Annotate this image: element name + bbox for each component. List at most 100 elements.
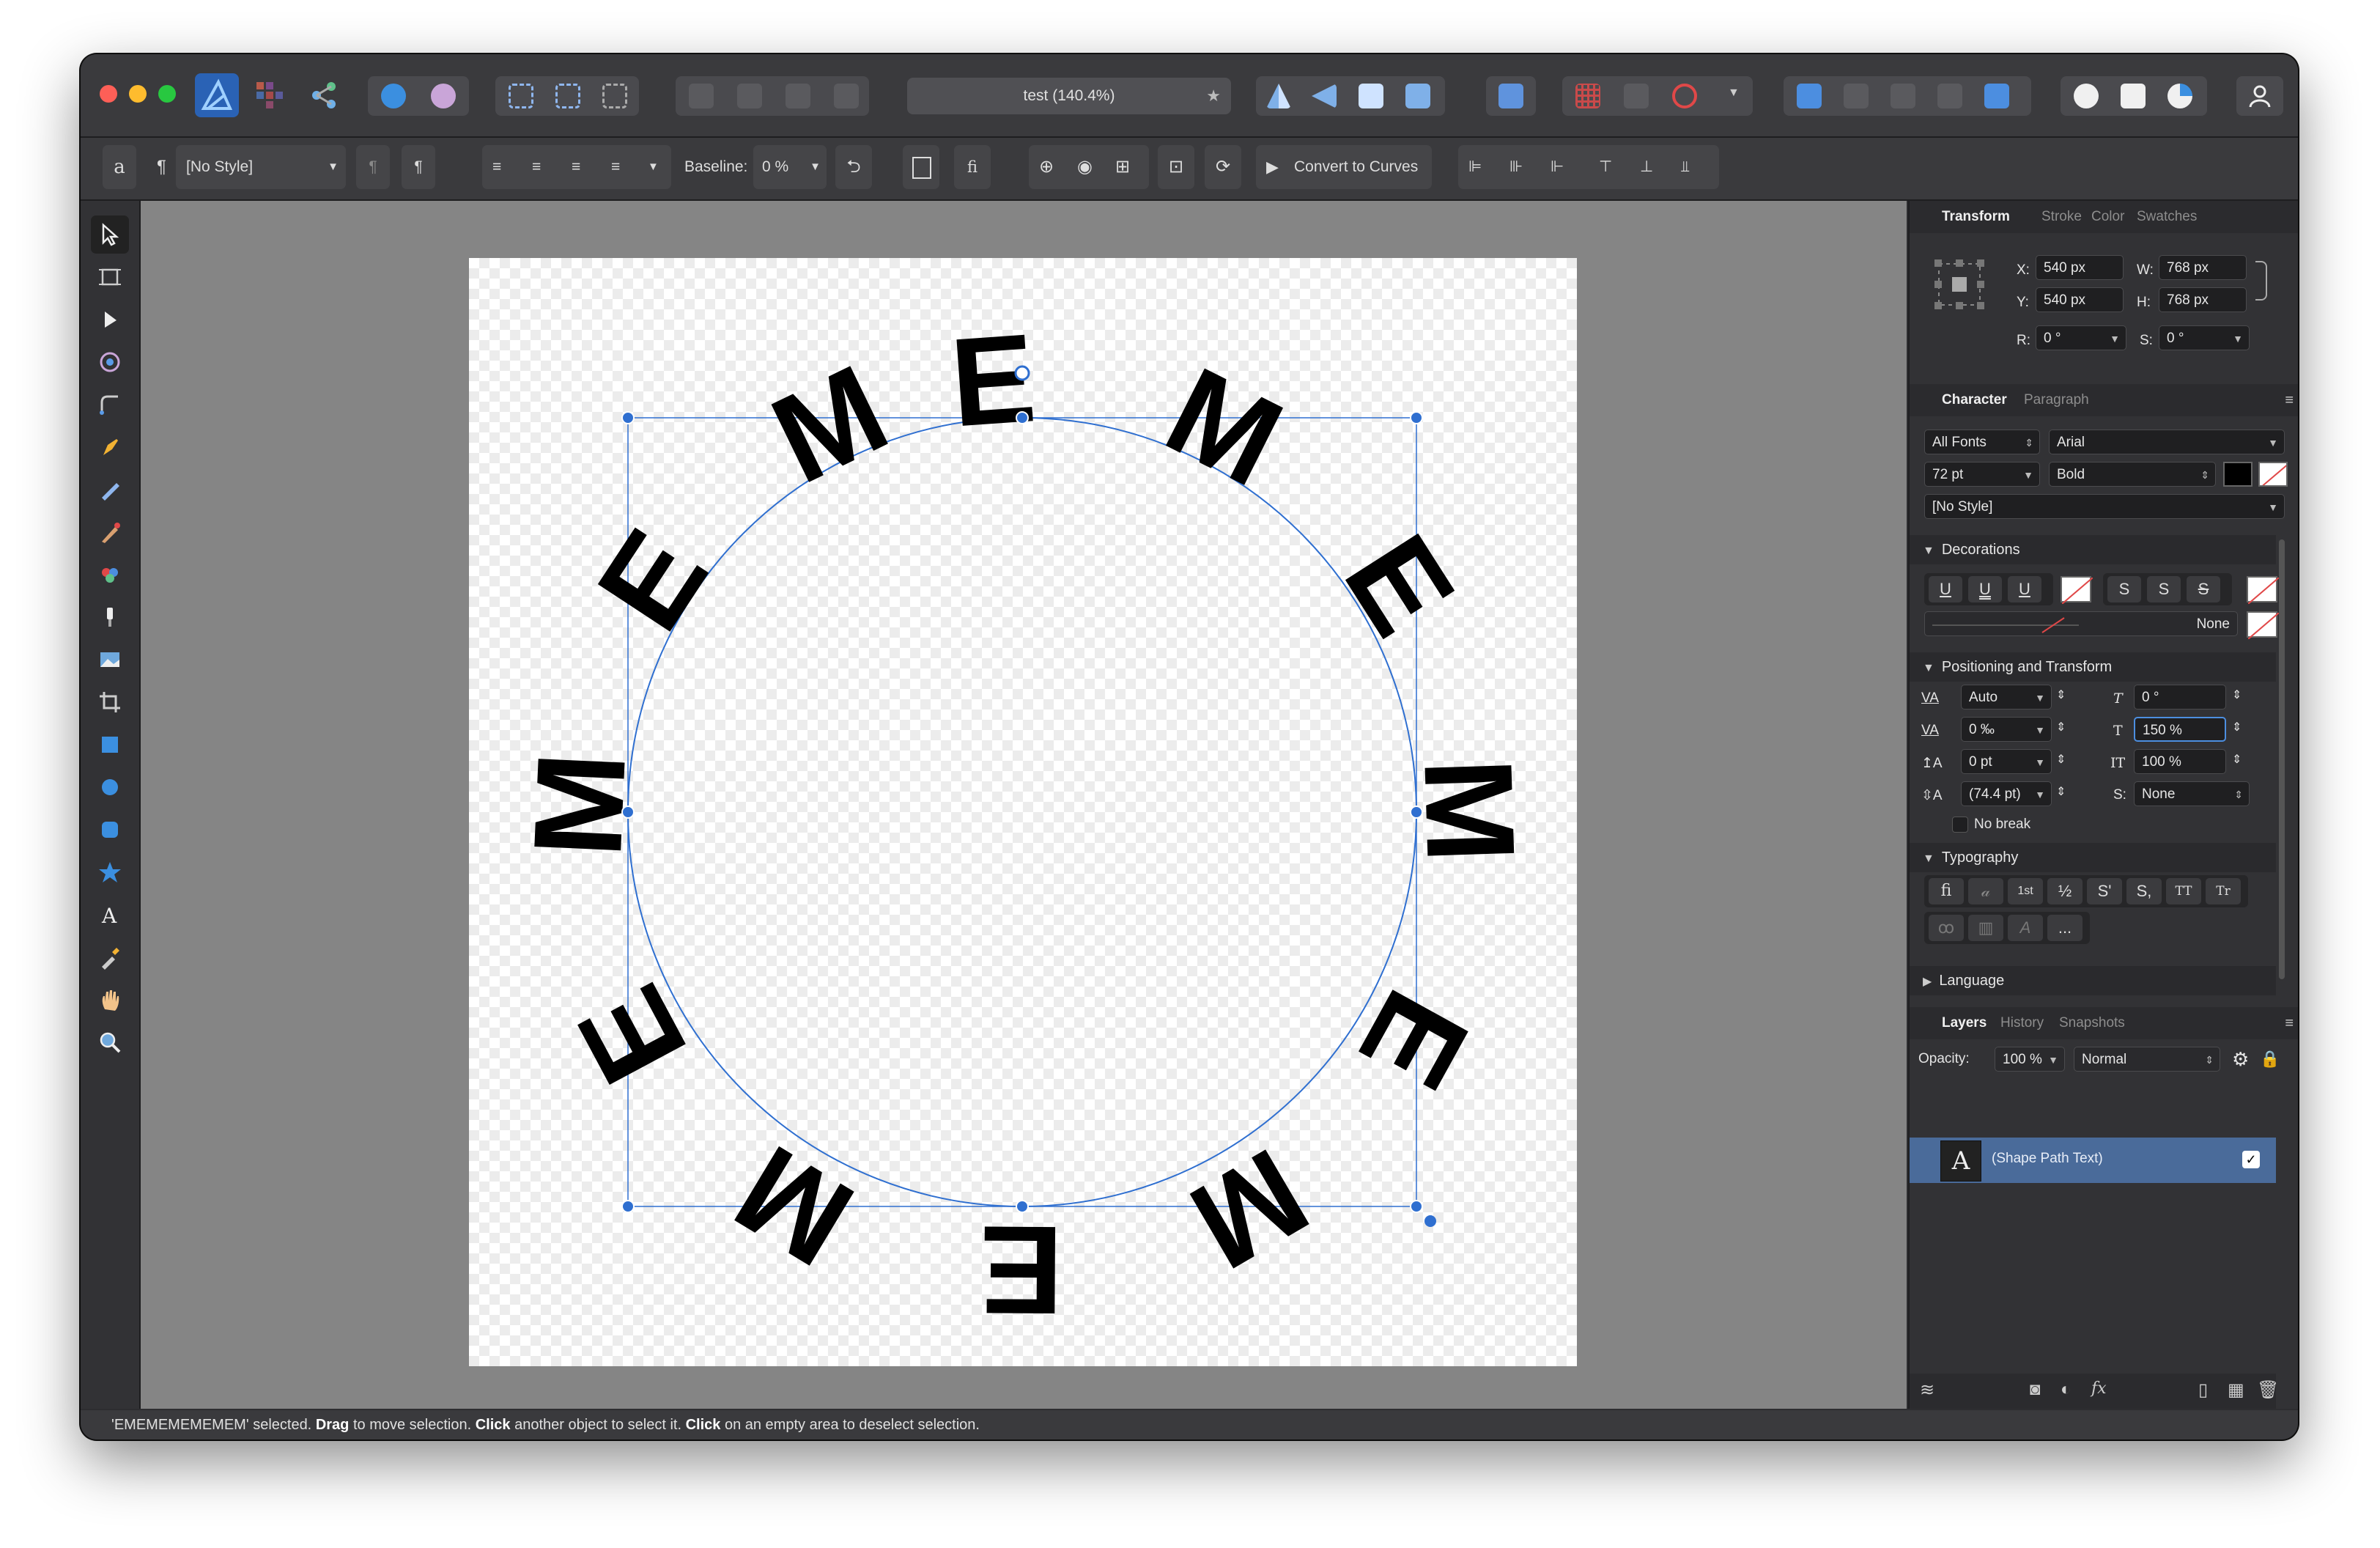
new-layer-icon[interactable]: ▯ (2198, 1379, 2208, 1401)
align-center-objects-icon[interactable]: ⊪ (1509, 145, 1523, 189)
align-top-objects-icon[interactable]: ⊤ (1599, 145, 1612, 189)
subtract-icon[interactable] (1844, 84, 1869, 108)
rotation-handle[interactable] (1424, 1215, 1436, 1227)
underline-single-button[interactable]: U (1929, 576, 1962, 602)
position-select[interactable]: None ⇕ (2134, 781, 2250, 806)
move-back-one-icon[interactable] (737, 84, 762, 108)
move-forward-one-icon[interactable] (786, 84, 810, 108)
opacity-field[interactable]: 100 % ▼ (1995, 1047, 2065, 1072)
strike-color-swatch[interactable] (2247, 576, 2280, 605)
line-color-swatch[interactable] (2247, 611, 2280, 640)
lock-aspect-icon[interactable] (2255, 261, 2267, 301)
resize-handle-bottom[interactable] (1016, 1200, 1029, 1213)
line-style-field[interactable]: None (1924, 611, 2238, 636)
stylistic-button[interactable]: 𝒶 (1968, 878, 2003, 904)
shear-field[interactable]: 0 ° ▼ (2159, 325, 2250, 350)
paragraph-style-button[interactable]: ¶ (356, 145, 390, 189)
fill-tool[interactable] (91, 556, 129, 594)
rotate-right-icon[interactable] (1405, 84, 1430, 108)
tab-swatches[interactable]: Swatches (2137, 201, 2197, 233)
stepper-icon[interactable]: ⇕ (2232, 688, 2242, 702)
eye-icon[interactable]: ◉ (1077, 145, 1093, 189)
horizontal-scale-field[interactable]: 100 % (2134, 749, 2226, 774)
place-image-tool[interactable] (91, 641, 129, 679)
small-caps-button[interactable]: Tr (2206, 878, 2241, 904)
underline-custom-button[interactable]: U (2008, 576, 2041, 602)
account-button[interactable] (2236, 76, 2283, 116)
duplicate-icon[interactable] (2121, 84, 2146, 108)
pie-icon[interactable] (2168, 84, 2192, 108)
guides-icon[interactable] (1624, 84, 1649, 108)
underline-color-swatch[interactable] (2061, 576, 2093, 605)
character-panel-button[interactable]: a (103, 145, 136, 189)
align-text-center-icon[interactable]: ≡ (532, 145, 541, 189)
stepper-icon[interactable]: ⇕ (2232, 752, 2242, 767)
panel-menu-icon[interactable]: ≡ (2285, 1007, 2294, 1039)
stepper-icon[interactable]: ⇕ (2056, 720, 2066, 734)
decorations-section-header[interactable]: ▼ Decorations (1910, 535, 2276, 564)
stepper-icon[interactable]: ⇕ (2056, 752, 2066, 767)
convert-to-curves-button[interactable]: ▶ Convert to Curves (1256, 145, 1432, 189)
artboard[interactable]: EMEMEMEMEMEM (429, 226, 1623, 1420)
ellipse-tool[interactable] (91, 768, 129, 806)
subscript-button[interactable]: S, (2126, 878, 2162, 904)
align-bottom-objects-icon[interactable]: ⫫ (1681, 145, 1690, 189)
gear-icon[interactable]: ⚙ (2232, 1048, 2249, 1071)
favorite-star-icon[interactable]: ★ (1206, 78, 1221, 114)
font-collection-select[interactable]: All Fonts ⇕ (1924, 430, 2040, 454)
font-size-field[interactable]: 72 pt ▼ (1924, 462, 2040, 487)
add-icon[interactable] (1797, 84, 1822, 108)
artistic-text-tool[interactable]: A (91, 896, 129, 934)
minimize-window-button[interactable] (129, 85, 147, 103)
designer-persona-icon[interactable] (195, 73, 239, 117)
contextual-alternates-button[interactable]: ꝏ (1929, 915, 1964, 941)
vertical-scale-field[interactable]: 150 % (2134, 717, 2226, 742)
superscript-button[interactable]: S' (2087, 878, 2122, 904)
rotation-field[interactable]: 0 ° ▼ (2036, 325, 2126, 350)
canvas-area[interactable]: EMEMEMEMEMEM (141, 201, 1907, 1420)
crosshair-icon[interactable]: ⊕ (1039, 145, 1054, 189)
shear-angle-field[interactable]: 0 ° (2134, 685, 2226, 710)
blend-mode-select[interactable]: Normal ⇕ (2074, 1047, 2220, 1072)
pixel-persona-icon[interactable] (255, 81, 284, 110)
point-transform-tool[interactable] (91, 343, 129, 381)
pen-tool[interactable] (91, 428, 129, 466)
text-fill-swatch[interactable] (2223, 462, 2252, 487)
grid-icon[interactable] (1575, 84, 1600, 108)
vector-brush-tool[interactable] (91, 513, 129, 551)
star-tool[interactable] (91, 853, 129, 891)
tab-transform[interactable]: Transform (1942, 201, 2010, 233)
adjustment-icon[interactable]: ◐ (2061, 1379, 2072, 1400)
xor-icon[interactable] (1937, 84, 1962, 108)
language-section-header[interactable]: ▶ Language (1910, 966, 2276, 995)
layer-row[interactable]: A (Shape Path Text) ✓ (1910, 1138, 2276, 1183)
font-weight-select[interactable]: Bold ⇕ (2049, 462, 2216, 487)
zoom-window-button[interactable] (158, 85, 176, 103)
resize-handle-top-left[interactable] (621, 411, 635, 424)
panel-menu-icon[interactable]: ≡ (2285, 384, 2294, 416)
h-field[interactable]: 768 px (2159, 287, 2247, 312)
tab-color[interactable]: Color (2091, 201, 2124, 233)
resize-handle-bottom-right[interactable] (1410, 1200, 1423, 1213)
y-field[interactable]: 540 px (2036, 287, 2124, 312)
swash-button[interactable]: A (2008, 915, 2043, 941)
typography-section-header[interactable]: ▼ Typography (1910, 843, 2276, 872)
insert-behind-icon[interactable] (509, 84, 533, 108)
rectangle-tool[interactable] (91, 726, 129, 764)
character-style-select[interactable]: [No Style] ▼ (1924, 494, 2285, 519)
align-button[interactable] (1486, 76, 1536, 116)
stepper-icon[interactable]: ⇕ (2056, 688, 2066, 702)
resize-handle-bottom-left[interactable] (621, 1200, 635, 1213)
lock-icon[interactable]: 🔒 (2260, 1050, 2280, 1069)
corner-tool[interactable] (91, 386, 129, 424)
flip-vertical-icon[interactable] (1312, 84, 1337, 108)
resize-handle-top-right[interactable] (1410, 411, 1423, 424)
underline-double-button[interactable]: U (1968, 576, 2002, 602)
zoom-tool[interactable] (91, 1023, 129, 1061)
leading-field[interactable]: (74.4 pt) ▼ (1961, 781, 2052, 806)
rotate-left-icon[interactable] (1359, 84, 1383, 108)
align-left-objects-icon[interactable]: ⊫ (1468, 145, 1482, 189)
font-family-select[interactable]: Arial ▼ (2049, 430, 2285, 454)
baseline-shift-field[interactable]: 0 pt ▼ (1961, 749, 2052, 774)
anchor-selector[interactable] (1932, 257, 1987, 312)
